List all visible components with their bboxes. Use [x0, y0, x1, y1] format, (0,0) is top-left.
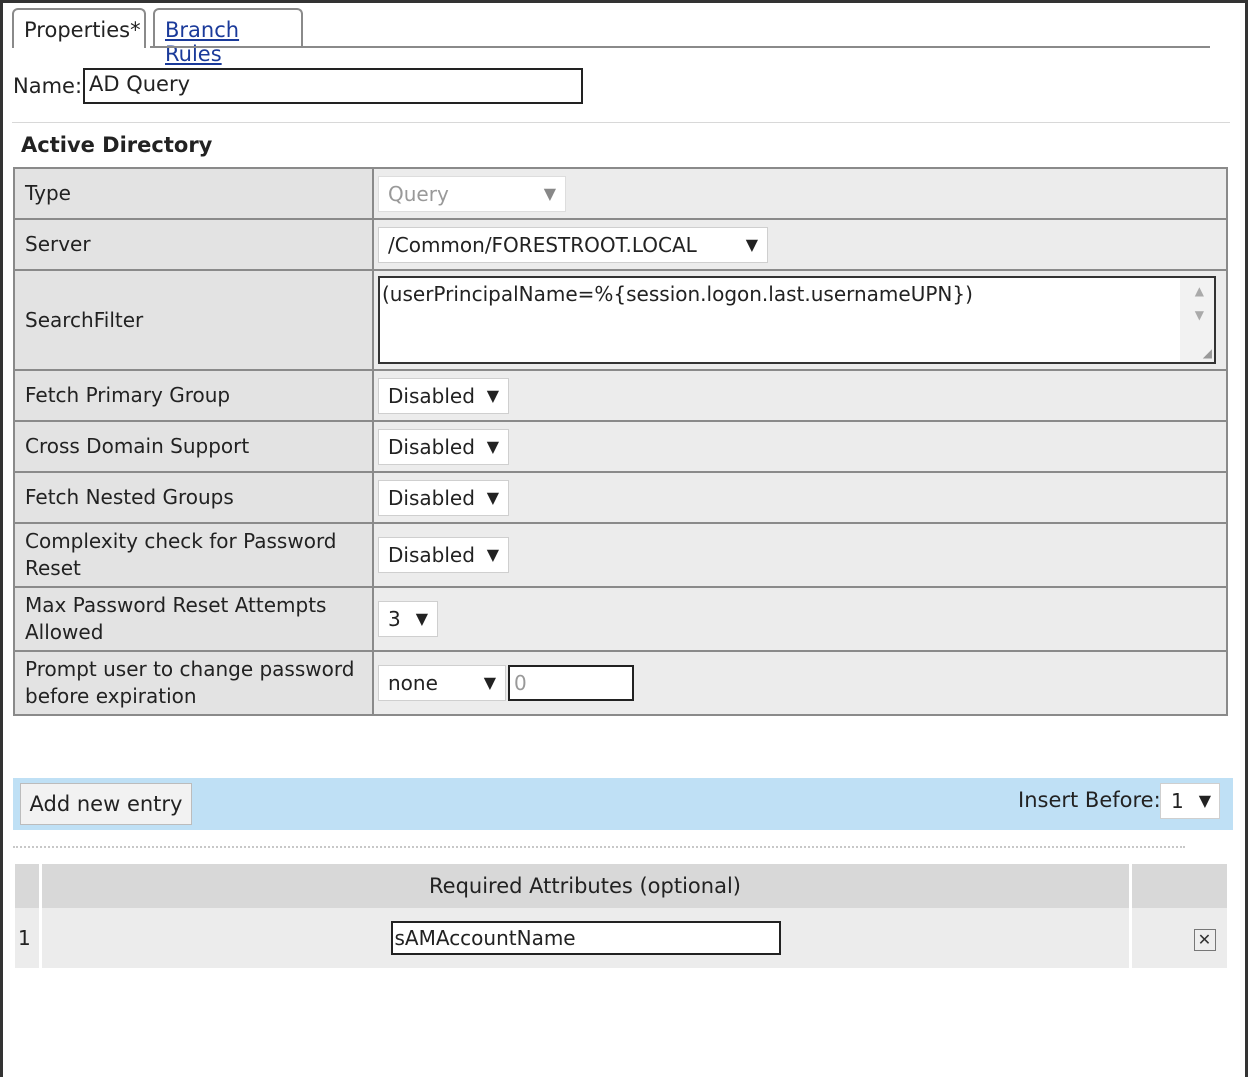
search-filter-textarea[interactable]: (userPrincipalName=%{session.logon.last.…: [378, 276, 1216, 364]
cross-domain-support-label: Cross Domain Support: [13, 420, 374, 473]
attributes-header-row: Required Attributes (optional): [15, 864, 1227, 908]
tab-branch-rules[interactable]: Branch Rules: [153, 8, 303, 66]
row-max-reset-attempts: Max Password Reset Attempts Allowed 3 ▼: [13, 586, 1228, 652]
fetch-primary-group-select[interactable]: Disabled ▼: [378, 377, 509, 414]
insert-before-select[interactable]: 1 ▼: [1160, 783, 1220, 819]
row-server: Server /Common/FORESTROOT.LOCAL ▼: [13, 218, 1228, 271]
row-type: Type Query ▼: [13, 167, 1228, 220]
insert-before-label: Insert Before:: [1018, 788, 1161, 812]
fetch-nested-groups-label: Fetch Nested Groups: [13, 471, 374, 524]
fetch-nested-groups-value: Disabled: [388, 485, 475, 510]
tab-properties[interactable]: Properties*: [12, 8, 146, 48]
dotted-divider: [13, 846, 1185, 848]
textarea-scrollbar[interactable]: ▲ ▼ ◢: [1180, 278, 1214, 362]
table-row: 1 sAMAccountName ✕: [15, 908, 1227, 968]
fetch-primary-group-label: Fetch Primary Group: [13, 369, 374, 422]
complexity-check-label: Complexity check for Password Reset: [13, 522, 374, 588]
chevron-down-icon: ▼: [483, 673, 496, 692]
delete-icon[interactable]: ✕: [1193, 928, 1216, 951]
type-select[interactable]: Query ▼: [378, 175, 566, 212]
chevron-down-icon: ▼: [543, 183, 556, 203]
prompt-days-input[interactable]: 0: [508, 665, 634, 701]
scroll-up-icon[interactable]: ▲: [1195, 284, 1204, 298]
server-label: Server: [13, 218, 374, 271]
row-complexity-check: Complexity check for Password Reset Disa…: [13, 522, 1228, 588]
cross-domain-support-value: Disabled: [388, 434, 475, 459]
index-column-header: [15, 864, 42, 908]
attributes-column-header: Required Attributes (optional): [40, 864, 1132, 908]
row-fetch-nested-groups: Fetch Nested Groups Disabled ▼: [13, 471, 1228, 524]
tab-divider: [150, 46, 1210, 48]
row-prompt-change: Prompt user to change password before ex…: [13, 650, 1228, 716]
chevron-down-icon: ▼: [486, 545, 499, 564]
row-fetch-primary-group: Fetch Primary Group Disabled ▼: [13, 369, 1228, 422]
chevron-down-icon: ▼: [486, 487, 499, 507]
row-search-filter: SearchFilter (userPrincipalName=%{sessio…: [13, 269, 1228, 371]
properties-table: Type Query ▼ Server /Common/FORESTROOT.L…: [13, 167, 1228, 716]
fetch-nested-groups-select[interactable]: Disabled ▼: [378, 479, 509, 516]
action-column-header: [1130, 864, 1227, 908]
prompt-change-value: none: [388, 671, 438, 695]
max-reset-attempts-value: 3: [388, 607, 401, 631]
server-select[interactable]: /Common/FORESTROOT.LOCAL ▼: [378, 226, 768, 263]
resize-grip-icon[interactable]: ◢: [1203, 346, 1212, 360]
fetch-primary-group-value: Disabled: [388, 383, 475, 408]
chevron-down-icon: ▼: [486, 385, 499, 405]
chevron-down-icon: ▼: [1198, 791, 1211, 810]
attributes-table: Required Attributes (optional) 1 sAMAcco…: [15, 864, 1227, 968]
scroll-down-icon[interactable]: ▼: [1195, 308, 1204, 322]
prompt-change-select[interactable]: none ▼: [378, 665, 506, 701]
add-new-entry-button[interactable]: Add new entry: [20, 783, 192, 825]
chevron-down-icon: ▼: [486, 436, 499, 456]
cross-domain-support-select[interactable]: Disabled ▼: [378, 428, 509, 465]
attribute-input[interactable]: sAMAccountName: [390, 921, 781, 955]
chevron-down-icon: ▼: [415, 609, 428, 628]
max-reset-attempts-select[interactable]: 3 ▼: [378, 601, 438, 637]
insert-before-value: 1: [1171, 789, 1184, 813]
divider: [12, 122, 1230, 123]
max-reset-attempts-label: Max Password Reset Attempts Allowed: [13, 586, 374, 652]
chevron-down-icon: ▼: [745, 234, 758, 254]
row-cross-domain-support: Cross Domain Support Disabled ▼: [13, 420, 1228, 473]
row-index: 1: [15, 908, 42, 968]
server-value: /Common/FORESTROOT.LOCAL: [388, 232, 697, 257]
name-input[interactable]: AD Query: [83, 68, 583, 104]
prompt-change-label: Prompt user to change password before ex…: [13, 650, 374, 716]
complexity-check-select[interactable]: Disabled ▼: [378, 537, 509, 573]
name-label: Name:: [13, 74, 83, 98]
type-value: Query: [388, 181, 449, 206]
entry-toolbar: Add new entry Insert Before: 1 ▼: [13, 778, 1233, 830]
complexity-check-value: Disabled: [388, 543, 475, 567]
type-label: Type: [13, 167, 374, 220]
search-filter-value: (userPrincipalName=%{session.logon.last.…: [382, 282, 973, 306]
search-filter-label: SearchFilter: [13, 269, 374, 371]
section-title: Active Directory: [21, 133, 213, 157]
